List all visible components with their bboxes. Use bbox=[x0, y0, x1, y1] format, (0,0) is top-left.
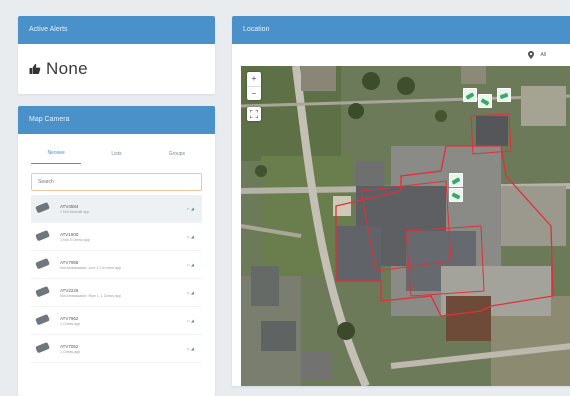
camera-tabs: Neosee Lists Groups bbox=[18, 134, 215, 164]
camera-icon bbox=[35, 342, 50, 353]
camera-description: Not Ambassador: Line 1 2 le mem app bbox=[60, 265, 122, 270]
camera-marker[interactable] bbox=[449, 173, 463, 187]
camera-name: ATV4584 bbox=[60, 203, 79, 209]
map-zoom-control: + − bbox=[247, 72, 261, 100]
location-filter-value: All bbox=[540, 52, 546, 58]
camera-name: ATV7958 bbox=[60, 259, 79, 265]
camera-list-item[interactable]: ATV1600 1 Not 5 Chess app •· ◢ bbox=[31, 223, 202, 251]
active-alerts-panel: Active Alerts None bbox=[18, 16, 215, 94]
camera-marker-icon bbox=[451, 177, 461, 185]
camera-description: 1 Chess app bbox=[60, 349, 81, 354]
camera-name: ATV2225 bbox=[60, 287, 79, 293]
tab-lists[interactable]: Lists bbox=[91, 151, 141, 164]
camera-description: 1 Chess app bbox=[60, 321, 81, 326]
map-pin-icon bbox=[528, 51, 535, 59]
map-camera-panel: Map Camera Neosee Lists Groups ATV4584 1… bbox=[18, 106, 215, 396]
camera-icon bbox=[35, 314, 50, 325]
camera-status-signal: •· ◢ bbox=[187, 206, 194, 211]
camera-description: 1 Not 5 Chess app bbox=[60, 237, 90, 242]
camera-marker-icon bbox=[480, 98, 490, 106]
satellite-map-imagery bbox=[241, 66, 570, 386]
camera-marker[interactable] bbox=[497, 88, 511, 102]
map-camera-title: Map Camera bbox=[18, 106, 215, 134]
zoom-in-button[interactable]: + bbox=[247, 72, 261, 87]
camera-list-item[interactable]: ATV2225 Not Ambassador: Row 1, 1 Chess a… bbox=[31, 279, 202, 307]
camera-list-item[interactable]: ATV4584 1 Not Motorlift app •· ◢ bbox=[31, 195, 202, 223]
camera-description: 1 Not Motorlift app bbox=[60, 209, 90, 214]
camera-status-signal: •· ◢ bbox=[187, 290, 194, 295]
camera-name: ATV1600 bbox=[60, 231, 79, 237]
camera-marker-icon bbox=[465, 92, 475, 100]
zoom-out-button[interactable]: − bbox=[247, 87, 261, 101]
location-title: Location bbox=[232, 16, 570, 44]
camera-marker-icon bbox=[451, 192, 461, 200]
camera-name: ATV7052 bbox=[60, 343, 79, 349]
camera-description: Not Ambassador: Row 1, 1 Chess app bbox=[60, 293, 121, 298]
tab-neosee[interactable]: Neosee bbox=[31, 150, 82, 164]
camera-status-signal: •· ◢ bbox=[187, 234, 194, 239]
tab-groups[interactable]: Groups bbox=[152, 151, 202, 164]
camera-marker[interactable] bbox=[478, 94, 492, 108]
camera-icon bbox=[35, 230, 50, 241]
fit-bounds-button[interactable] bbox=[247, 107, 261, 121]
camera-marker[interactable] bbox=[463, 88, 477, 102]
camera-list: ATV4584 1 Not Motorlift app •· ◢ ATV1600… bbox=[31, 195, 202, 363]
expand-icon bbox=[250, 110, 258, 118]
camera-marker-icon bbox=[499, 93, 509, 99]
camera-name: ATV7962 bbox=[60, 315, 79, 321]
camera-icon bbox=[35, 286, 50, 297]
active-alerts-title: Active Alerts bbox=[18, 16, 215, 44]
camera-search-input[interactable] bbox=[36, 178, 201, 186]
camera-search-box bbox=[31, 173, 202, 191]
camera-status-signal: •· ◢ bbox=[187, 346, 194, 351]
camera-list-item[interactable]: ATV7052 1 Chess app •· ◢ bbox=[31, 335, 202, 363]
camera-marker[interactable] bbox=[449, 188, 463, 202]
camera-icon bbox=[35, 258, 50, 269]
alert-status-text: None bbox=[46, 59, 88, 78]
satellite-map[interactable]: + − bbox=[241, 66, 570, 386]
camera-icon bbox=[35, 202, 50, 213]
camera-list-item[interactable]: ATV7958 Not Ambassador: Line 1 2 le mem … bbox=[31, 251, 202, 279]
thumbs-up-icon bbox=[29, 64, 41, 74]
camera-status-signal: •· ◢ bbox=[187, 262, 194, 267]
location-filter[interactable]: All bbox=[232, 44, 570, 66]
camera-list-item[interactable]: ATV7962 1 Chess app •· ◢ bbox=[31, 307, 202, 335]
camera-status-signal: •· ◢ bbox=[187, 318, 194, 323]
location-panel: Location All + − bbox=[232, 16, 570, 386]
